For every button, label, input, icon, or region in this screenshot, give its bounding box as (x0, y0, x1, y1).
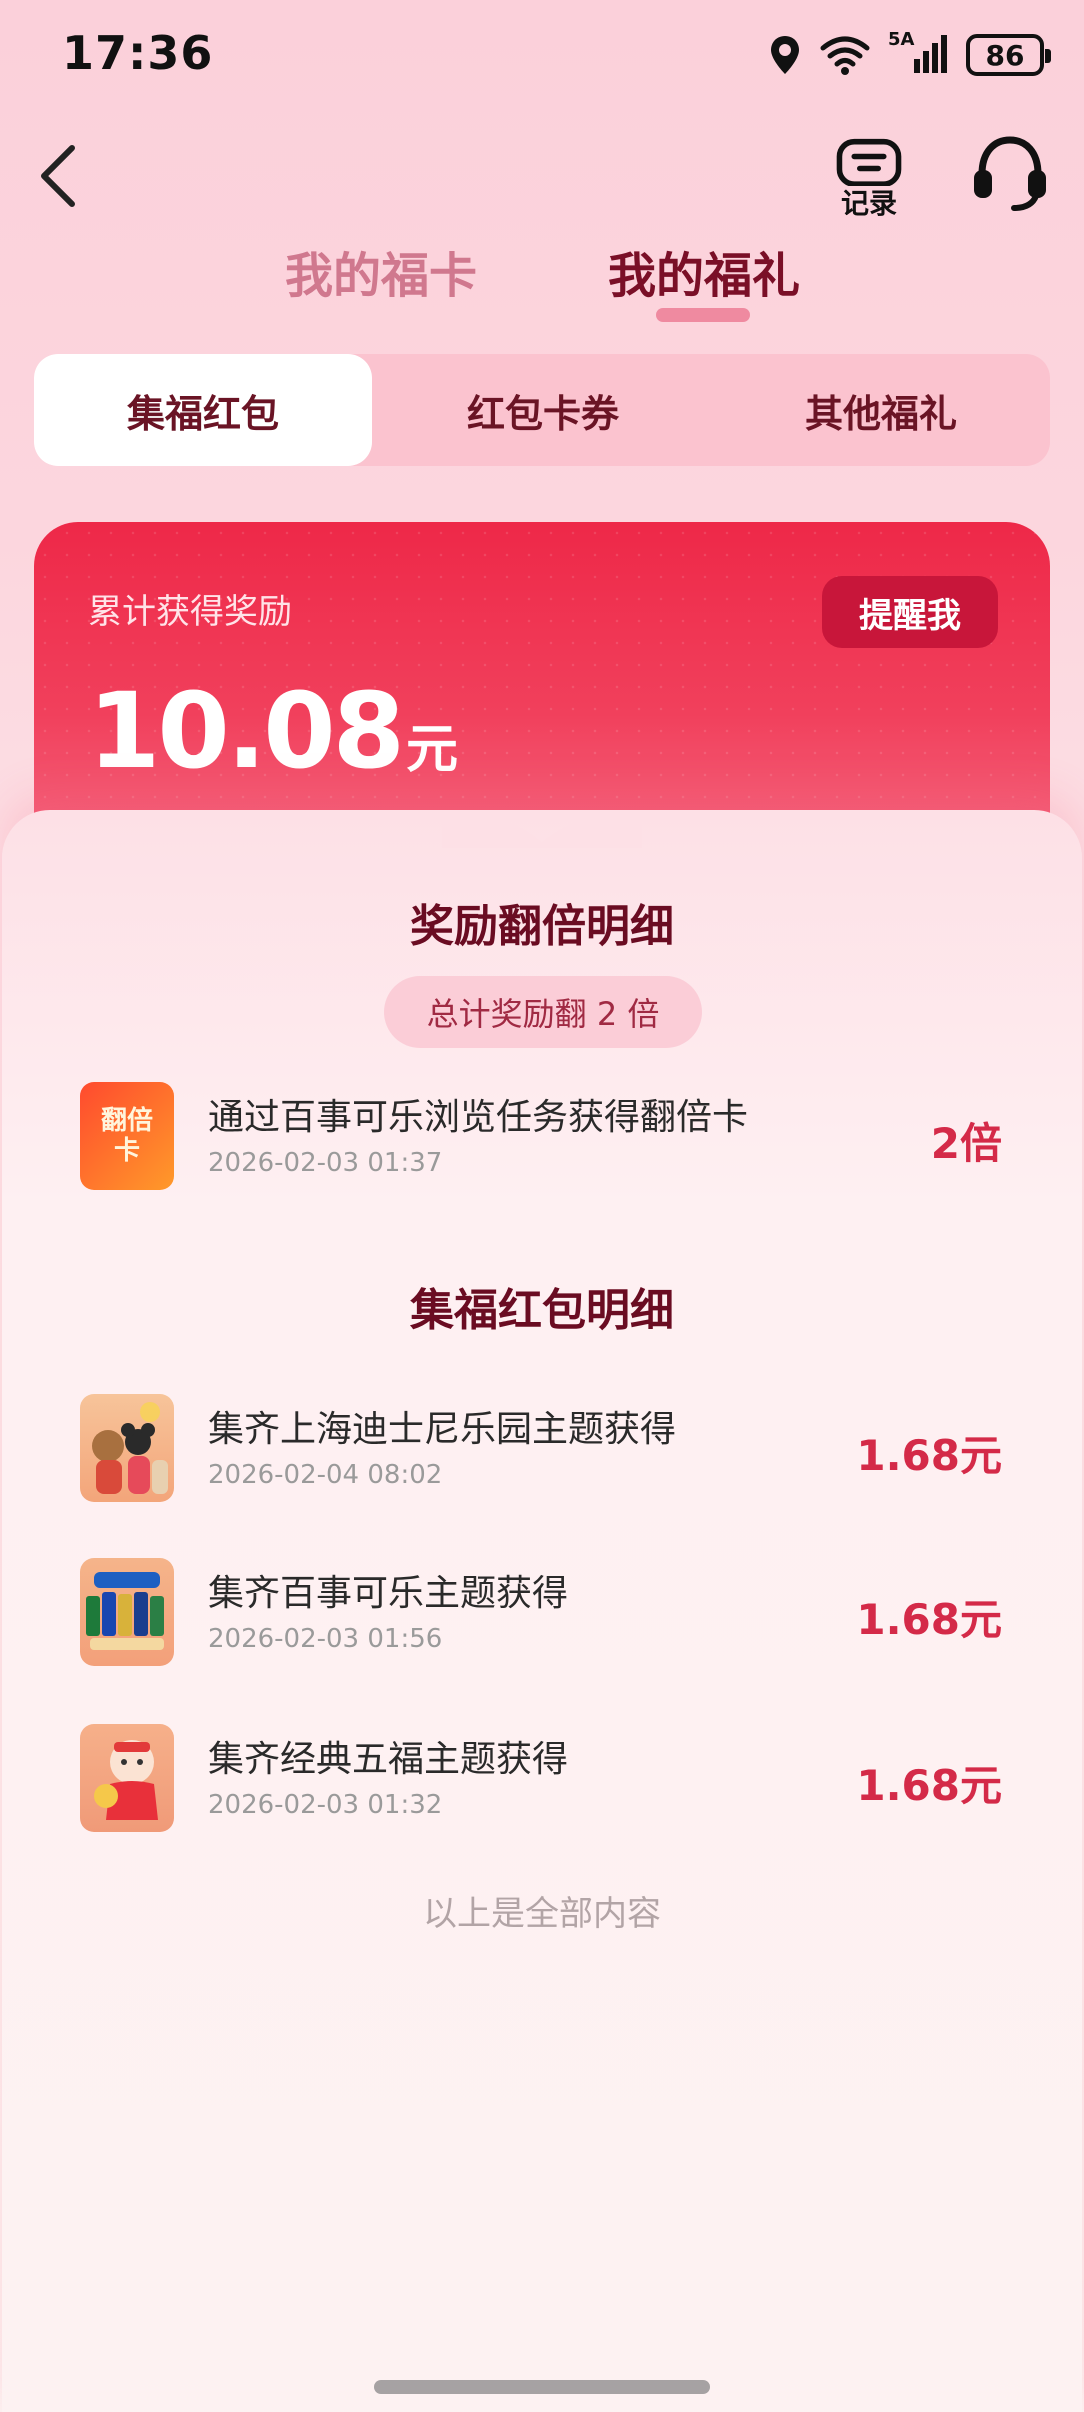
chevron-left-icon (41, 145, 75, 207)
signal-icon (914, 35, 947, 73)
packet-item-title: 集齐百事可乐主题获得 (208, 1573, 569, 1614)
gift-category-tabs: 集福红包 红包卡券 其他福礼 (34, 354, 1050, 466)
disney-theme-icon (80, 1394, 174, 1502)
bonus-item-value: 2倍 (930, 1119, 1002, 1168)
record-list-icon (836, 138, 902, 186)
wifi-icon (820, 36, 870, 75)
tab-my-fortune-gifts[interactable]: 我的福礼 (608, 236, 800, 306)
total-reward-amount: 10.08 元 (88, 670, 458, 792)
disney-characters-icon (92, 1402, 168, 1494)
pepsi-cans-icon (86, 1572, 164, 1650)
main-tabs: 我的福卡 我的福礼 (0, 236, 1084, 326)
total-multiplier-badge: 总计奖励翻 2 倍 (384, 976, 702, 1048)
cellular-signal: 5A (888, 29, 948, 77)
status-bar: 17:36 5A 86 (0, 0, 1084, 110)
packet-list-item[interactable]: 集齐经典五福主题获得 2026-02-03 01:32 1.68元 (80, 1724, 1010, 1834)
reward-unit: 元 (405, 720, 458, 780)
status-time: 17:36 (62, 26, 214, 80)
packet-item-value: 1.68元 (856, 1431, 1002, 1480)
records-button[interactable]: 记录 (828, 138, 910, 222)
tab-fortune-red-packets[interactable]: 集福红包 (34, 354, 372, 466)
packet-item-time: 2026-02-03 01:32 (208, 1790, 443, 1820)
packet-section-title: 集福红包明细 (410, 1285, 674, 1336)
home-indicator[interactable] (374, 2380, 710, 2394)
bonus-section-title: 奖励翻倍明细 (410, 901, 674, 952)
records-label: 记录 (840, 187, 897, 220)
packet-item-title: 集齐上海迪士尼乐园主题获得 (208, 1409, 677, 1450)
packet-list-item[interactable]: 集齐上海迪士尼乐园主题获得 2026-02-04 08:02 1.68元 (80, 1394, 1010, 1504)
pepsi-theme-icon (80, 1558, 174, 1666)
packet-item-time: 2026-02-03 01:56 (208, 1624, 443, 1654)
packet-item-value: 1.68元 (856, 1595, 1002, 1644)
battery-level: 86 (985, 38, 1025, 72)
five-fortune-theme-icon (80, 1724, 174, 1832)
reward-value: 10.08 (88, 670, 405, 792)
packet-item-time: 2026-02-04 08:02 (208, 1460, 443, 1490)
packet-list-item[interactable]: 集齐百事可乐主题获得 2026-02-03 01:56 1.68元 (80, 1558, 1010, 1668)
location-icon (771, 36, 799, 74)
sheet-notch (442, 810, 642, 848)
fortune-doll-icon (94, 1740, 158, 1820)
tab-red-packet-coupons[interactable]: 红包卡券 (374, 354, 712, 466)
end-of-list-text: 以上是全部内容 (423, 1894, 661, 1934)
packet-item-value: 1.68元 (856, 1761, 1002, 1810)
back-button[interactable] (26, 140, 90, 212)
battery-icon: 86 (966, 34, 1051, 76)
tab-my-fortune-cards[interactable]: 我的福卡 (285, 236, 477, 306)
packet-item-title: 集齐经典五福主题获得 (208, 1739, 569, 1780)
double-card-icon-text: 翻倍卡 (100, 1106, 153, 1166)
customer-service-button[interactable] (970, 132, 1050, 212)
status-icons: 5A 86 (768, 29, 1051, 80)
bonus-item-title: 通过百事可乐浏览任务获得翻倍卡 (208, 1097, 749, 1138)
active-tab-indicator (656, 308, 750, 322)
bonus-list-item[interactable]: 翻倍卡 通过百事可乐浏览任务获得翻倍卡 2026-02-03 01:37 2倍 (80, 1082, 1010, 1192)
total-reward-card: 累计获得奖励 提醒我 10.08 元 (34, 522, 1050, 842)
total-reward-label: 累计获得奖励 (88, 592, 292, 632)
double-card-icon: 翻倍卡 (80, 1082, 174, 1190)
remind-me-button[interactable]: 提醒我 (822, 576, 998, 648)
headset-icon (974, 136, 1046, 211)
bonus-item-time: 2026-02-03 01:37 (208, 1148, 443, 1178)
tab-other-gifts[interactable]: 其他福礼 (712, 354, 1050, 466)
